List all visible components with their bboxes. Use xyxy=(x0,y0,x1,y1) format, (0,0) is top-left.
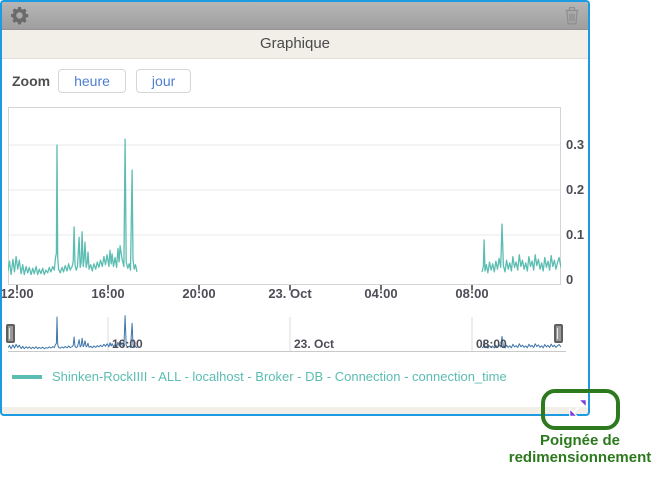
widget-titlebar[interactable] xyxy=(2,2,588,30)
legend-label: Shinken-RockIIII - ALL - localhost - Bro… xyxy=(52,369,507,384)
x-axis-label: 08:00 xyxy=(455,286,489,301)
y-axis-label: 0.3 xyxy=(566,137,585,152)
x-axis-label: 16:00 xyxy=(91,286,125,301)
range-handle-right[interactable] xyxy=(554,324,563,343)
y-axis-label: 0.1 xyxy=(566,227,585,242)
chart-legend: Shinken-RockIIII - ALL - localhost - Bro… xyxy=(12,369,507,384)
zoom-label: Zoom xyxy=(12,73,51,89)
overview-axis-label: 08:00 xyxy=(476,337,507,351)
y-axis-label: 0 xyxy=(566,272,574,287)
overview-axis-label: 16:00 xyxy=(112,337,143,351)
gear-icon[interactable] xyxy=(10,6,29,25)
chart-panel: Zoom heure jour 16:00 23. Oct 08:00 Shinke… xyxy=(2,59,588,407)
zoom-day-button[interactable]: jour xyxy=(135,69,192,93)
zoom-hour-button[interactable]: heure xyxy=(58,69,126,93)
overview-axis-label: 23. Oct xyxy=(294,337,335,351)
x-axis-label: 04:00 xyxy=(364,286,398,301)
annotation-text-line1: Poignée de xyxy=(539,432,621,449)
resize-cursor-icon[interactable] xyxy=(567,397,589,424)
y-axis-label: 0.2 xyxy=(566,182,585,197)
x-axis-label: 20:00 xyxy=(182,286,216,301)
overview-range-chart[interactable]: 16:00 23. Oct 08:00 xyxy=(6,314,566,356)
main-chart[interactable] xyxy=(7,107,562,291)
widget-title: Graphique xyxy=(2,30,588,59)
x-axis-label: 23. Oct xyxy=(268,286,312,301)
zoom-controls: Zoom heure jour xyxy=(12,69,201,93)
range-handle-left[interactable] xyxy=(6,324,15,343)
annotation-text-line2: redimensionnement xyxy=(508,449,652,466)
graph-widget: Graphique Zoom heure jour 16:00 23. Oct 08… xyxy=(0,0,590,416)
x-axis-label: 12:00 xyxy=(0,286,34,301)
legend-swatch xyxy=(12,374,42,379)
trash-icon[interactable] xyxy=(564,6,580,25)
